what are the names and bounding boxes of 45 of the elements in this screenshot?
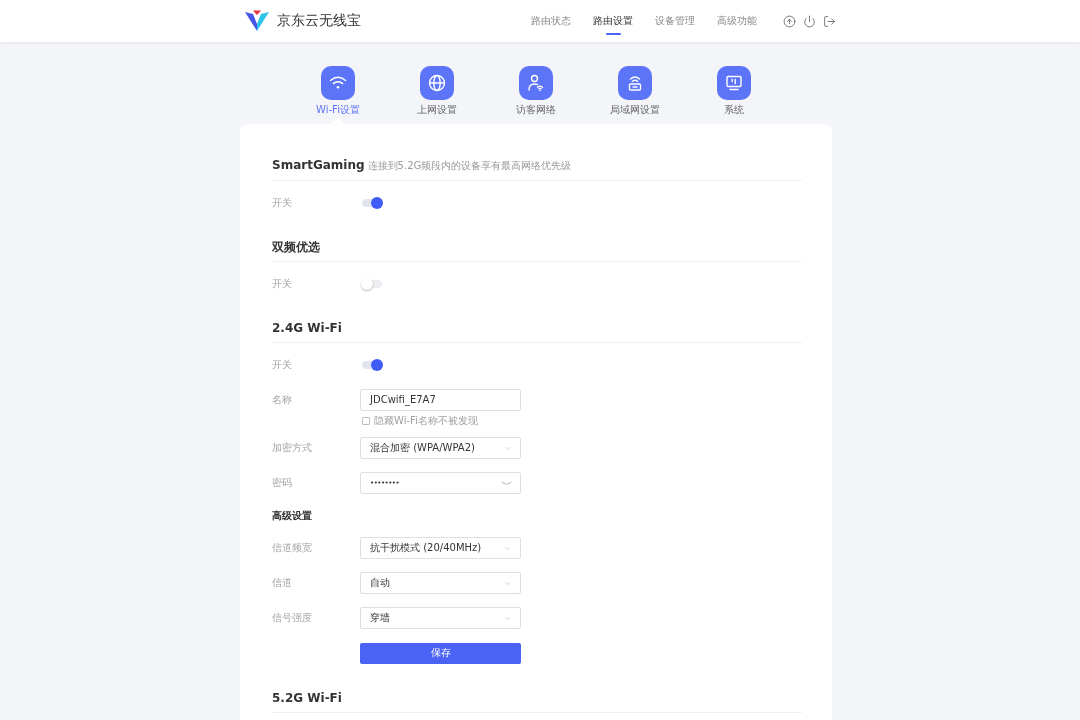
select-field[interactable]: 混合加密 (WPA/WPA2) (360, 437, 521, 459)
toggle-switch[interactable] (361, 196, 383, 209)
logo-icon (244, 10, 270, 32)
monitor-icon (717, 66, 751, 100)
checkbox-label: 隐藏Wi-Fi名称不被发现 (374, 413, 478, 428)
nav-tab[interactable]: 路由状态 (530, 0, 572, 42)
category-tab[interactable]: 访客网络 (486, 66, 586, 116)
select-field[interactable]: 自动 (360, 572, 521, 594)
field-label: 信道频宽 (272, 541, 313, 555)
section-subtitle: 连接到5.2G频段内的设备享有最高网络优先级 (367, 159, 572, 173)
section-title: 2.4G Wi-Fi (272, 321, 342, 335)
field-label: 开关 (272, 357, 293, 372)
section-title: SmartGaming (272, 158, 365, 172)
nav-tab[interactable]: 高级功能 (716, 0, 758, 42)
input-field[interactable]: JDCwifi_E7A7 (360, 388, 521, 411)
globe-icon (420, 66, 454, 100)
select-field[interactable]: 穿墙 (360, 607, 521, 629)
field-label: 信号强度 (272, 611, 313, 625)
save-button[interactable]: 保存 (360, 642, 521, 664)
field-label: 加密方式 (272, 441, 313, 455)
arrow-up-circle-icon[interactable] (783, 14, 796, 28)
power-icon[interactable] (803, 14, 816, 28)
logout-icon[interactable] (823, 14, 836, 28)
category-tab[interactable]: 局域网设置 (585, 66, 685, 116)
field-label: 密码 (272, 476, 293, 490)
category-tab[interactable]: Wi-Fi设置 (288, 66, 388, 116)
field-label: 信道 (272, 576, 293, 590)
user-wifi-icon (519, 66, 553, 100)
logo-text: 京东云无线宝 (277, 12, 361, 30)
section-title: 双频优选 (272, 240, 320, 254)
router-icon (618, 66, 652, 100)
section-title: 5.2G Wi-Fi (272, 690, 342, 705)
field-label: 名称 (272, 392, 293, 407)
nav-tab[interactable]: 设备管理 (654, 0, 696, 42)
wifi-icon (321, 66, 355, 100)
category-tab[interactable]: 上网设置 (387, 66, 487, 116)
toggle-switch[interactable] (361, 358, 383, 371)
toggle-switch[interactable] (361, 277, 383, 290)
subsection-title: 高级设置 (272, 508, 312, 523)
nav-tab[interactable]: 路由设置 (592, 0, 634, 42)
category-tab[interactable]: 系统 (684, 66, 784, 116)
select-field[interactable]: 抗干扰模式 (20/40MHz) (360, 537, 521, 559)
field-label: 开关 (272, 276, 293, 291)
checkbox[interactable] (362, 416, 370, 425)
field-label: 开关 (272, 195, 293, 210)
